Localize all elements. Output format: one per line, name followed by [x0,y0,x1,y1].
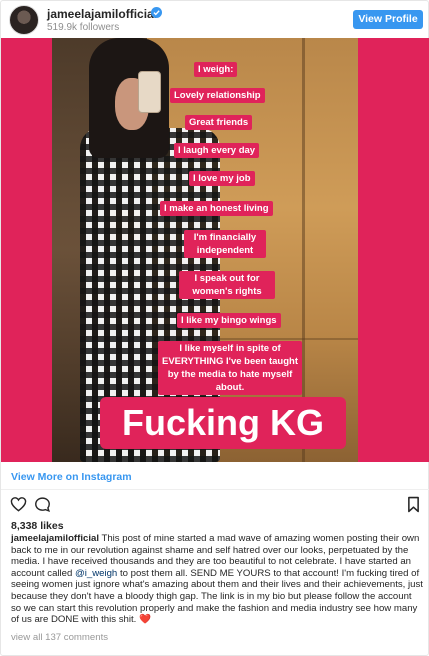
story-text-tag: I like my bingo wings [177,313,281,328]
instagram-post-card: jameelajamilofficial 519.9k followers Vi… [0,0,429,656]
story-text-tag: I love my job [189,171,255,186]
story-text-tag: Lovely relationship [170,88,265,103]
view-profile-button[interactable]: View Profile [353,10,423,29]
story-headline: Fucking KG [100,397,346,449]
post-image[interactable]: I weigh: Lovely relationship Great frien… [1,38,429,462]
username-link[interactable]: jameelajamilofficial [47,7,157,21]
like-count: 8,338 likes [11,520,64,532]
heart-outline-icon[interactable] [10,496,27,512]
follower-count: 519.9k followers [47,22,120,33]
caption-author[interactable]: jameelajamilofficial [11,533,99,544]
phone [138,71,161,113]
story-text-tag: I make an honest living [160,201,273,216]
story-text-tag: I speak out for women's rights [179,271,275,299]
post-header: jameelajamilofficial 519.9k followers Vi… [1,1,429,38]
avatar[interactable] [9,5,39,35]
story-text-tag: I like myself in spite of EVERYTHING I'v… [158,341,302,395]
bookmark-outline-icon[interactable] [407,496,420,513]
post-caption: jameelajamilofficial This post of mine s… [11,533,423,626]
view-more-link[interactable]: View More on Instagram [11,471,132,483]
story-text-tag: I laugh every day [174,143,260,158]
verified-badge-icon [151,7,162,18]
comment-bubble-icon[interactable] [34,496,51,513]
mention-link[interactable]: @i_weigh [75,568,117,579]
story-text-tag: Great friends [185,115,253,130]
heart-emoji: ❤️ [138,614,151,626]
story-text-tag: I weigh: [194,62,238,77]
story-text-tag: I'm financially independent [184,230,266,258]
divider [1,489,429,490]
view-all-comments-link[interactable]: view all 137 comments [11,632,108,643]
